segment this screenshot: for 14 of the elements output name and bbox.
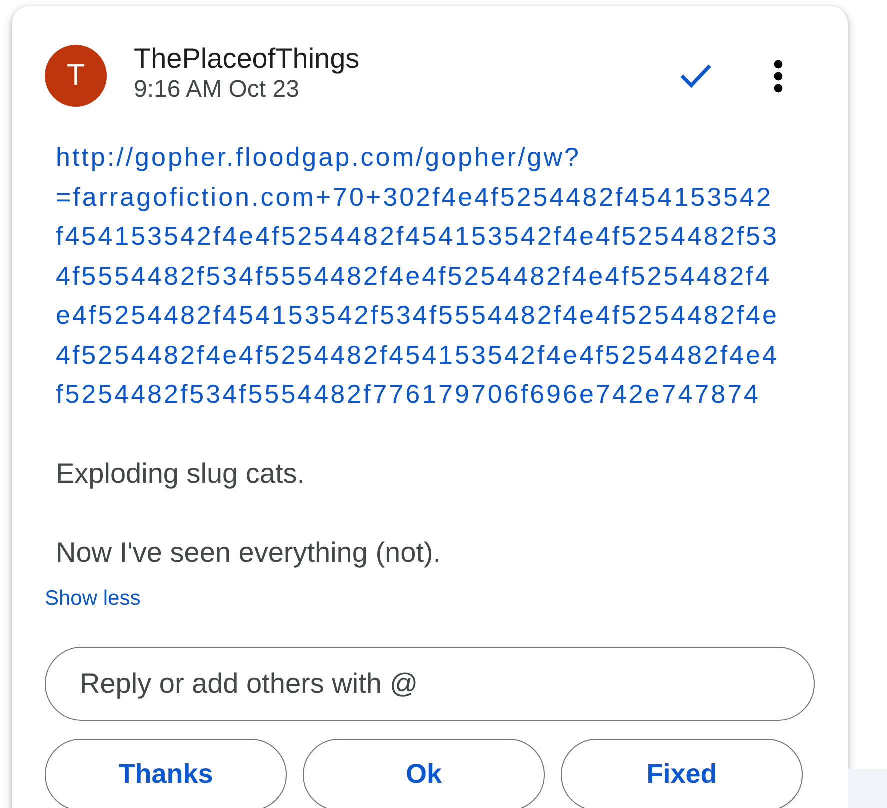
comment-time: 9:16 AM Oct 23 [134, 76, 300, 104]
check-icon[interactable] [680, 63, 712, 89]
quick-reply-button[interactable]: Thanks [45, 738, 287, 808]
comment-text: Exploding slug cats. [56, 457, 306, 491]
comment-text: Now I've seen everything (not). [56, 536, 442, 570]
author-avatar: T [45, 45, 107, 107]
quick-reply-button[interactable]: Fixed [561, 738, 803, 808]
show-less-link[interactable]: Show less [45, 586, 141, 610]
comment-link[interactable]: http://gopher.floodgap.com/gopher/gw?=farragofiction.com+70+302f4e4f5254482f454153542f454153542f4e4f5254482f454153542f4e4f5254482f534f5554482f534f5554482f4e4f5254482f4e4f5254482f4e4f5254482f454153542f534f5554482f4e4f5254482f4e4f5254482f4e4f5254482f454153542f4e4f5254482f4e4f5254482f534f5554482f776179706f696e742e747874 [56, 138, 780, 414]
quick-reply-button[interactable]: Ok [303, 738, 545, 808]
author-name: ThePlaceofThings [134, 42, 360, 76]
reply-field[interactable]: Reply or add others with @ [45, 646, 815, 720]
more-menu-icon[interactable] [774, 60, 782, 92]
panel-background [848, 769, 887, 808]
